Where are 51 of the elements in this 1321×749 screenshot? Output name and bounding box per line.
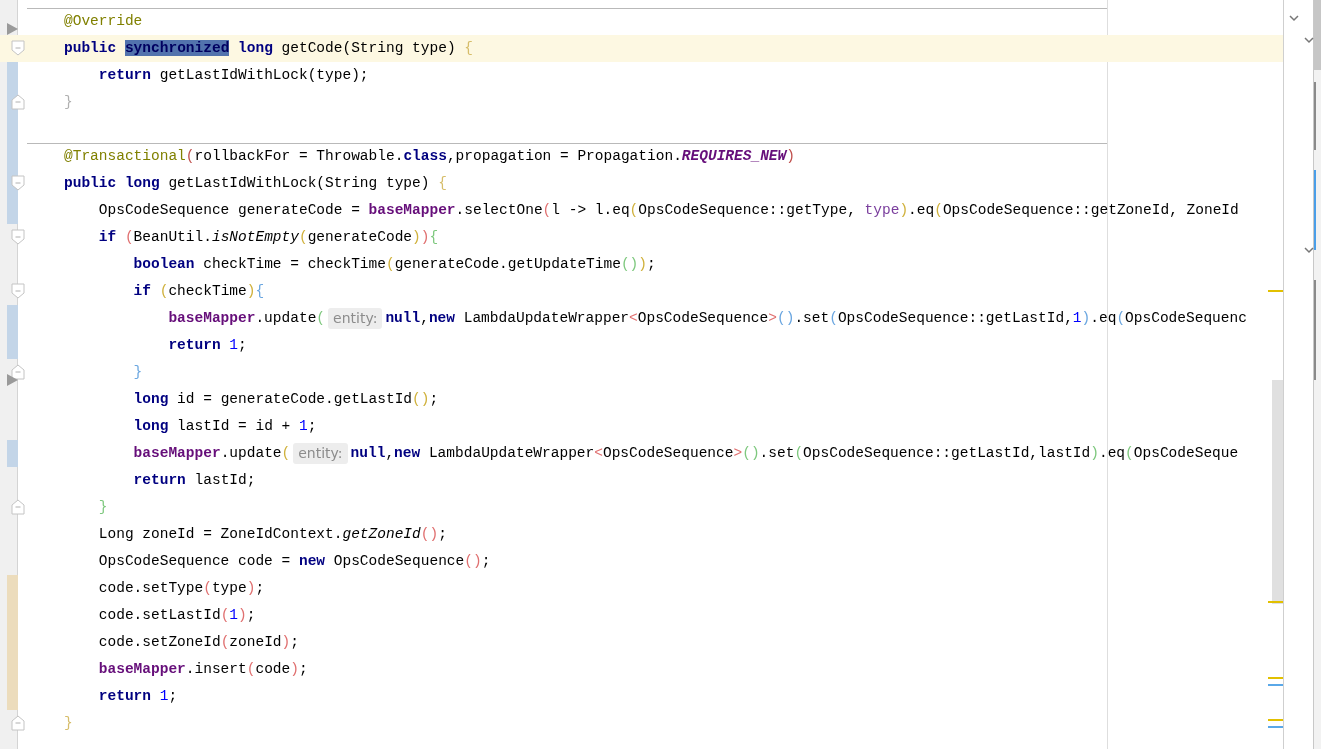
code-text: long lastId = id + 1;	[133, 416, 317, 436]
change-marker[interactable]	[7, 332, 18, 359]
scrollbar-thumb[interactable]	[1272, 380, 1283, 604]
code-text: return getLastIdWithLock(type);	[98, 65, 369, 85]
code-text: null,new LambdaUpdateWrapper<OpsCodeSequence>().set(OpsCodeSequence::getLastId,lastId).eq(OpsCodeSeque	[350, 443, 1239, 463]
fold-icon[interactable]	[11, 364, 25, 380]
chevron-down-icon[interactable]	[1304, 37, 1314, 44]
code-text: if (BeanUtil.isNotEmpty(generateCode)){	[98, 227, 439, 247]
code-text: baseMapper.update(	[133, 443, 291, 463]
code-text: public long getLastIdWithLock(String type) {	[64, 173, 447, 193]
code-text: OpsCodeSequence generateCode = baseMapper.selectOne(l -> l.eq(OpsCodeSequence::getType, type).eq(OpsCodeSequence::getZoneId, ZoneId	[98, 200, 1239, 220]
code-text: @Override	[64, 11, 143, 31]
chevron-down-icon[interactable]	[1304, 247, 1314, 254]
code-text: @Transactional(rollbackFor = Throwable.class,propagation = Propagation.REQUIRES_NEW)	[64, 146, 795, 166]
code-text: OpsCodeSequence code = new OpsCodeSequence();	[98, 551, 491, 571]
fold-icon[interactable]	[11, 40, 25, 56]
code-text: if (checkTime){	[133, 281, 265, 301]
fold-icon[interactable]	[11, 94, 25, 110]
change-marker[interactable]	[7, 683, 18, 710]
code-text: code.setZoneId(zoneId);	[98, 632, 299, 652]
change-marker[interactable]	[7, 305, 18, 332]
code-text: long id = generateCode.getLastId();	[133, 389, 439, 409]
play-icon[interactable]	[7, 23, 18, 35]
play-icon[interactable]	[7, 374, 18, 386]
code-text: }	[64, 713, 73, 733]
code-text: }	[98, 497, 108, 517]
change-marker[interactable]	[7, 575, 18, 602]
change-marker[interactable]	[7, 440, 18, 467]
code-text: Long zoneId = ZoneIdContext.getZoneId();	[98, 524, 447, 544]
change-marker[interactable]	[7, 197, 18, 224]
code-text: public synchronized long getCode(String type) {	[64, 38, 473, 58]
chevron-down-icon[interactable]	[1289, 15, 1299, 22]
parameter-hint: entity:	[293, 443, 348, 464]
code-text: return lastId;	[133, 470, 256, 490]
code-text: code.setType(type);	[98, 578, 265, 598]
fold-icon[interactable]	[11, 229, 25, 245]
code-text: }	[64, 92, 73, 112]
change-marker[interactable]	[7, 62, 18, 89]
fold-icon[interactable]	[11, 715, 25, 731]
code-text: }	[133, 362, 143, 382]
parameter-hint: entity:	[328, 308, 383, 329]
fold-icon[interactable]	[11, 175, 25, 191]
code-text: boolean checkTime = checkTime(generateCode.getUpdateTime());	[133, 254, 656, 274]
code-text: null,new LambdaUpdateWrapper<OpsCodeSequence>().set(OpsCodeSequence::getLastId,1).eq(OpsCodeSequenc	[385, 308, 1247, 328]
code-text: return 1;	[98, 686, 178, 706]
code-text: code.setLastId(1);	[98, 605, 256, 625]
code-text: baseMapper.insert(code);	[98, 659, 308, 679]
fold-icon[interactable]	[11, 499, 25, 515]
fold-icon[interactable]	[11, 283, 25, 299]
code-text: return 1;	[168, 335, 247, 355]
code-text: baseMapper.update(	[168, 308, 326, 328]
